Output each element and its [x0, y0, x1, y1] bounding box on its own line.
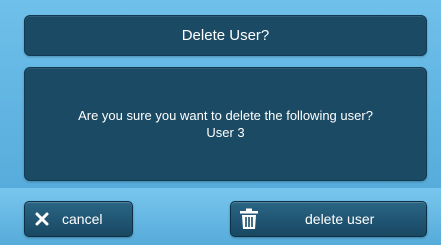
- dialog-title-bar: Delete User?: [24, 15, 427, 56]
- dialog-title: Delete User?: [181, 27, 270, 44]
- dialog-message-panel: Are you sure you want to delete the foll…: [24, 67, 427, 181]
- cancel-button-label: cancel: [62, 211, 103, 227]
- delete-user-button[interactable]: delete user: [230, 201, 427, 237]
- delete-user-button-label: delete user: [305, 211, 375, 227]
- target-user-name: User 3: [206, 125, 245, 140]
- confirmation-message: Are you sure you want to delete the foll…: [78, 108, 373, 123]
- cancel-button[interactable]: cancel: [24, 201, 133, 237]
- close-icon: [34, 211, 50, 227]
- trash-icon: [239, 208, 259, 230]
- delete-user-screen: Delete User? Are you sure you want to de…: [0, 0, 441, 245]
